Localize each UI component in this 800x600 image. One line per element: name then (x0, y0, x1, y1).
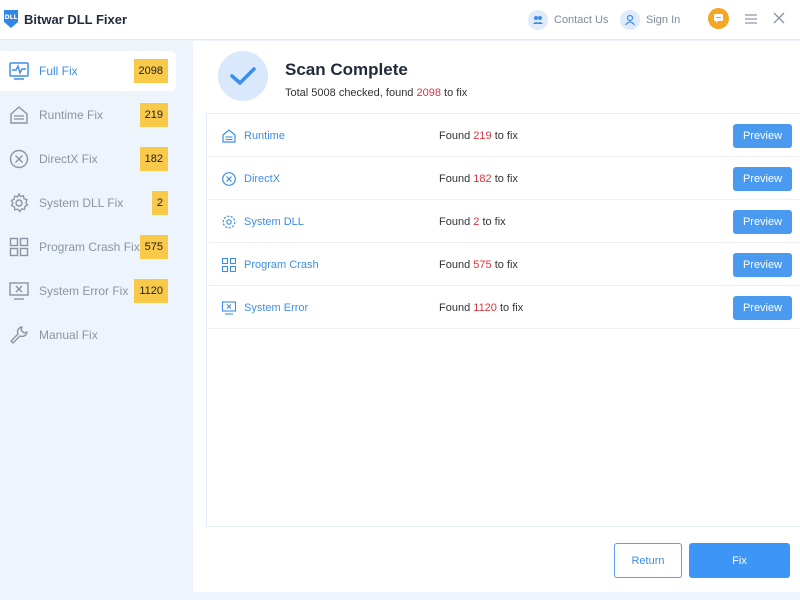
pulse-monitor-icon (9, 62, 29, 80)
gear-icon (10, 192, 29, 213)
count-badge: 575 (139, 235, 168, 259)
result-found: Found 1120 to fix (439, 302, 523, 314)
found-prefix: Found (439, 130, 471, 142)
found-prefix: Found (439, 173, 471, 185)
found-count: 182 (473, 173, 492, 185)
sidebar-item-system-dll-fix[interactable]: System DLL Fix 2 (0, 183, 176, 223)
found-prefix: Found (439, 259, 471, 271)
sidebar-item-label: System Error Fix (39, 284, 129, 298)
sidebar-item-label: Program Crash Fix (39, 240, 140, 254)
gear-icon (222, 215, 236, 229)
x-circle-icon (9, 149, 29, 169)
checkmark-icon (230, 67, 256, 85)
count-badge: 2098 (133, 59, 168, 83)
result-name: Program Crash (244, 259, 319, 271)
found-prefix: Found (439, 302, 471, 314)
preview-button[interactable]: Preview (733, 210, 792, 234)
found-count: 575 (473, 259, 492, 271)
sidebar-item-label: Full Fix (39, 64, 78, 78)
found-count: 1120 (473, 302, 497, 314)
scan-complete-badge (218, 51, 268, 101)
results-list: Runtime Found 219 to fix Preview DirectX… (206, 113, 800, 527)
grid-icon (9, 237, 29, 257)
scan-summary-suffix: to fix (444, 87, 468, 99)
found-count: 2 (473, 216, 480, 228)
found-suffix: to fix (494, 259, 518, 271)
fix-button[interactable]: Fix (689, 543, 790, 578)
contact-us-link[interactable]: Contact Us (528, 9, 608, 31)
feedback-button[interactable] (708, 8, 729, 29)
monitor-error-icon (9, 282, 29, 300)
sign-in-link[interactable]: Sign In (620, 9, 680, 31)
result-found: Found 219 to fix (439, 130, 518, 142)
wrench-icon (10, 326, 28, 344)
found-count: 219 (473, 130, 492, 142)
count-badge: 219 (139, 103, 168, 127)
found-suffix: to fix (482, 216, 506, 228)
app-logo-text: DLL (5, 14, 18, 21)
result-row-directx: DirectX Found 182 to fix Preview (207, 157, 800, 200)
sidebar-item-label: System DLL Fix (39, 196, 124, 210)
close-icon[interactable] (772, 11, 786, 25)
app-logo-icon: DLL (4, 10, 18, 28)
result-found: Found 2 to fix (439, 216, 506, 228)
sidebar: Full Fix 2098 Runtime Fix 219 DirectX Fi… (0, 41, 192, 600)
result-row-system-dll: System DLL Found 2 to fix Preview (207, 200, 800, 243)
user-icon (620, 10, 640, 30)
result-row-system-error: System Error Found 1120 to fix Preview (207, 286, 800, 329)
result-row-program-crash: Program Crash Found 575 to fix Preview (207, 243, 800, 286)
sidebar-item-program-crash-fix[interactable]: Program Crash Fix 575 (0, 227, 176, 267)
grid-icon (221, 257, 237, 273)
title-bar: DLL Bitwar DLL Fixer Contact Us Sign In (0, 0, 800, 40)
result-found: Found 575 to fix (439, 259, 518, 271)
result-name: System Error (244, 302, 309, 314)
runtime-icon (222, 129, 236, 143)
count-badge: 182 (139, 147, 168, 171)
count-badge: 2 (151, 191, 168, 215)
preview-button[interactable]: Preview (733, 296, 792, 320)
found-suffix: to fix (494, 173, 518, 185)
scan-summary: Total 5008 checked, found 2098 to fix (285, 87, 467, 99)
chat-icon (714, 14, 723, 23)
app-title: Bitwar DLL Fixer (24, 12, 128, 27)
contact-icon (528, 10, 548, 30)
scan-title: Scan Complete (285, 60, 408, 79)
result-found: Found 182 to fix (439, 173, 518, 185)
result-row-runtime: Runtime Found 219 to fix Preview (207, 114, 800, 157)
preview-button[interactable]: Preview (733, 124, 792, 148)
sidebar-item-label: Runtime Fix (39, 108, 104, 122)
result-name: System DLL (244, 216, 304, 228)
sidebar-item-label: Manual Fix (39, 328, 98, 342)
x-circle-icon (222, 172, 236, 186)
menu-icon[interactable] (744, 12, 758, 26)
monitor-error-icon (221, 301, 237, 315)
sidebar-item-directx-fix[interactable]: DirectX Fix 182 (0, 139, 176, 179)
main-panel: Scan Complete Total 5008 checked, found … (193, 41, 800, 592)
sidebar-item-full-fix[interactable]: Full Fix 2098 (0, 51, 176, 91)
runtime-icon (10, 106, 28, 124)
scan-summary-prefix: Total 5008 checked, found (285, 87, 414, 99)
result-name: Runtime (244, 130, 285, 142)
found-suffix: to fix (499, 302, 524, 314)
result-name: DirectX (244, 173, 281, 185)
scan-summary-count: 2098 (416, 87, 441, 99)
sidebar-item-system-error-fix[interactable]: System Error Fix 1120 (0, 271, 176, 311)
return-button[interactable]: Return (614, 543, 682, 578)
preview-button[interactable]: Preview (733, 167, 792, 191)
preview-button[interactable]: Preview (733, 253, 792, 277)
count-badge: 1120 (134, 279, 168, 303)
found-prefix: Found (439, 216, 471, 228)
sign-in-label: Sign In (646, 14, 681, 26)
sidebar-item-runtime-fix[interactable]: Runtime Fix 219 (0, 95, 176, 135)
contact-us-label: Contact Us (554, 14, 609, 26)
sidebar-item-manual-fix[interactable]: Manual Fix (0, 315, 176, 355)
sidebar-item-label: DirectX Fix (39, 152, 98, 166)
found-suffix: to fix (494, 130, 518, 142)
